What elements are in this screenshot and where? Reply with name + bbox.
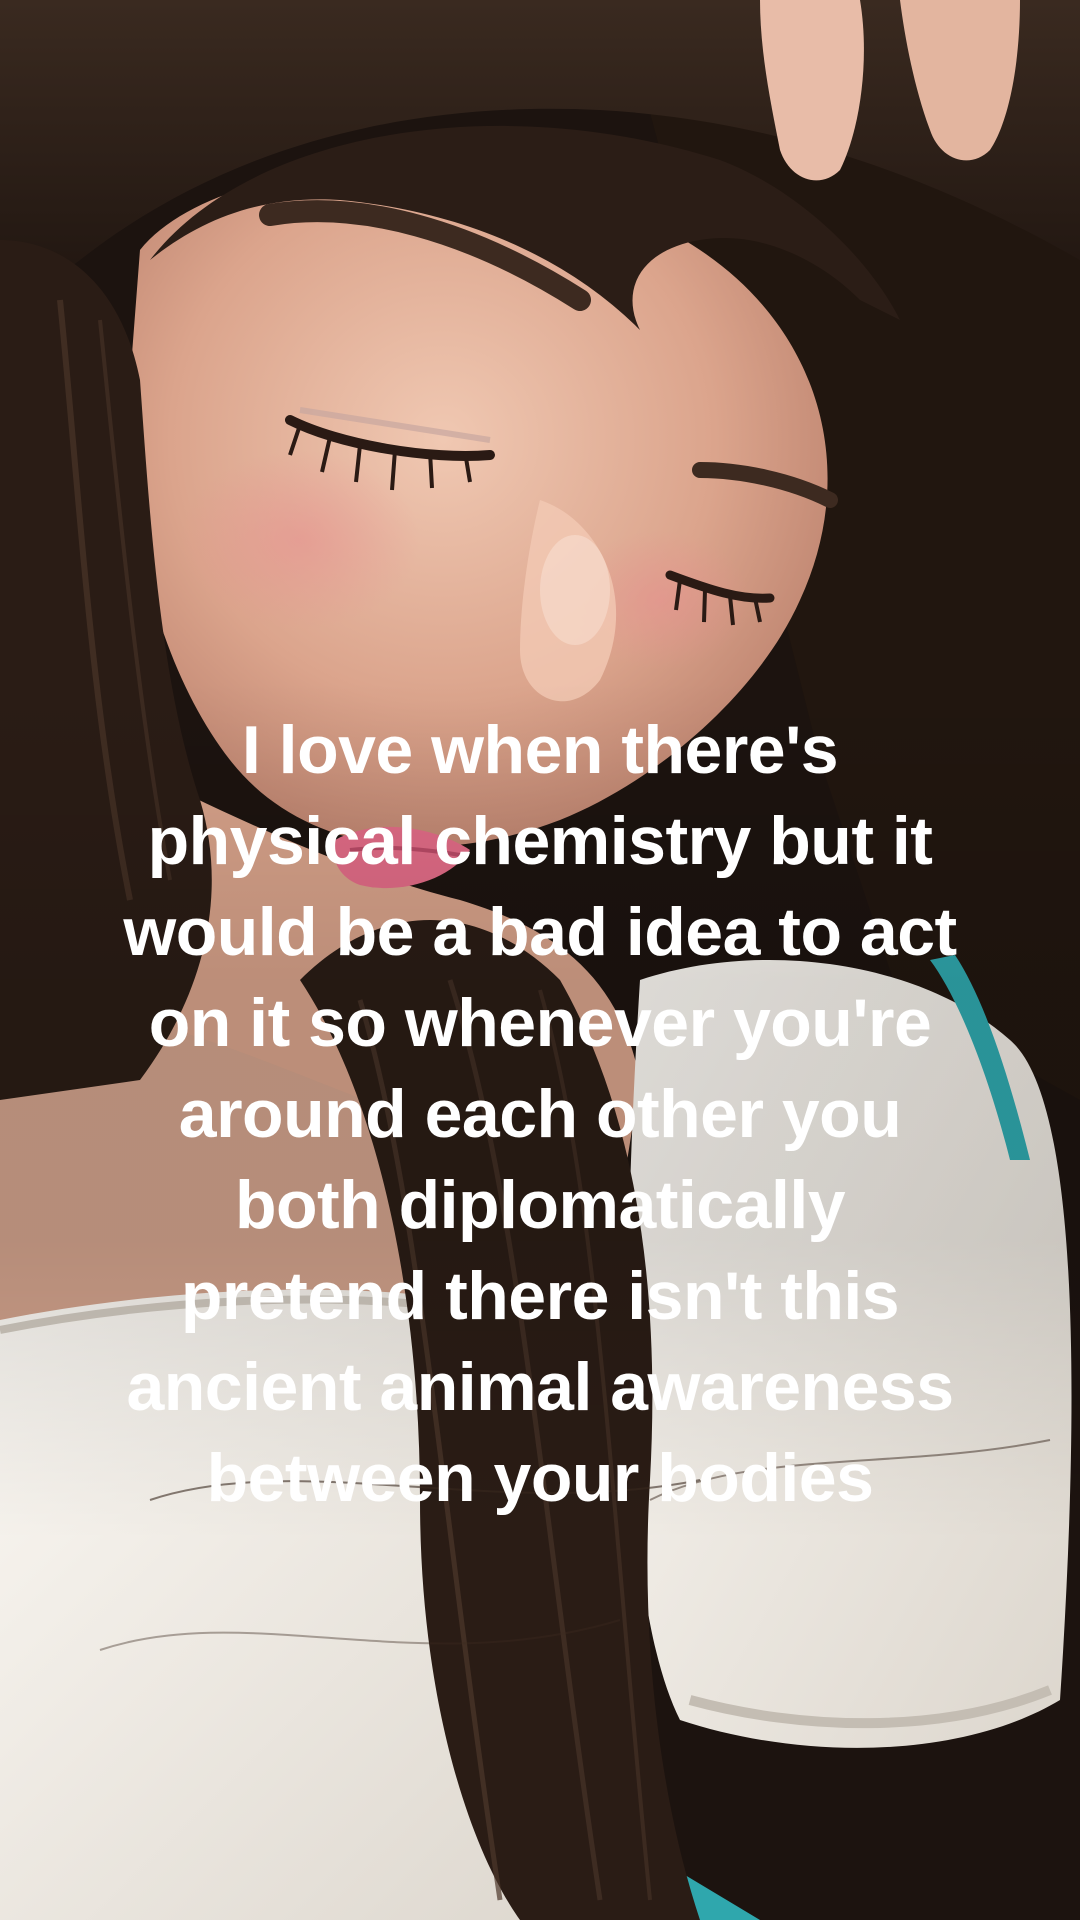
video-frame: I love when there's physical chemistry b… bbox=[0, 0, 1080, 1920]
caption-line: around each other you bbox=[178, 1076, 902, 1152]
caption-line: pretend there isn't this bbox=[180, 1258, 900, 1334]
caption-line: between your bodies bbox=[206, 1440, 874, 1516]
caption-line: ancient animal awareness bbox=[126, 1349, 954, 1425]
caption-line: both diplomatically bbox=[234, 1167, 846, 1243]
caption-line: on it so whenever you're bbox=[148, 985, 932, 1061]
caption-line: I love when there's bbox=[241, 712, 839, 788]
caption-line: physical chemistry but it bbox=[147, 803, 933, 879]
caption-line: would be a bad idea to act bbox=[123, 894, 957, 970]
caption-text: I love when there's physical chemistry b… bbox=[40, 705, 1040, 1524]
